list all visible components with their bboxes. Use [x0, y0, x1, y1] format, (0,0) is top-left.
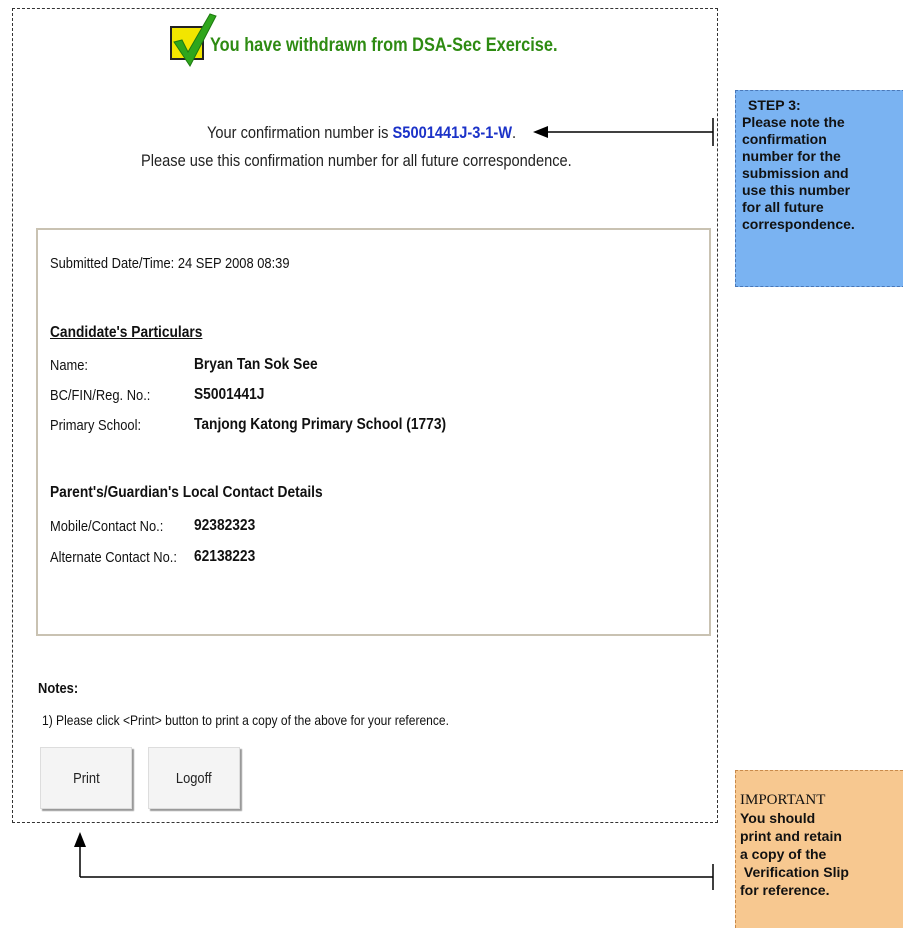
step-line: use this number	[742, 182, 851, 198]
print-button[interactable]: Print	[40, 747, 132, 809]
important-line: a copy of the	[740, 846, 827, 862]
name-label: Name:	[50, 357, 89, 374]
candidate-heading: Candidate's Particulars	[50, 324, 203, 341]
submitted-datetime: Submitted Date/Time: 24 SEP 2008 08:39	[50, 255, 290, 272]
alt-contact-label: Alternate Contact No.:	[50, 549, 177, 566]
alt-contact-value: 62138223	[194, 548, 256, 565]
important-line: for reference.	[740, 882, 830, 898]
contact-heading: Parent's/Guardian's Local Contact Detail…	[50, 484, 323, 501]
important-line: print and retain	[740, 828, 842, 844]
notes-title: Notes:	[38, 680, 79, 697]
print-arrow-head	[74, 832, 86, 847]
important-line: You should	[740, 810, 816, 826]
step-line: confirmation	[742, 131, 827, 147]
school-value: Tanjong Katong Primary School (1773)	[194, 416, 447, 433]
logoff-button-label: Logoff	[176, 769, 212, 787]
school-label: Primary School:	[50, 417, 142, 434]
step-line: submission and	[742, 165, 849, 181]
step-line: number for the	[742, 148, 841, 164]
id-value: S5001441J	[194, 386, 265, 403]
print-button-label: Print	[72, 769, 100, 787]
step-arrow-head	[533, 126, 548, 138]
step-title: STEP 3:	[748, 97, 801, 113]
note-1: 1) Please click <Print> button to print …	[42, 712, 449, 728]
step-line: Please note the	[742, 114, 845, 130]
important-line: Verification Slip	[740, 864, 849, 880]
mobile-value: 92382323	[194, 517, 256, 534]
step-3-callout: STEP 3: Please note the confirmation num…	[735, 90, 903, 287]
logoff-button[interactable]: Logoff	[148, 747, 240, 809]
id-label: BC/FIN/Reg. No.:	[50, 387, 151, 404]
step-line: for all future	[742, 199, 824, 215]
step-line: correspondence.	[742, 216, 855, 232]
important-callout: IMPORTANT You should print and retain a …	[735, 770, 903, 928]
mobile-label: Mobile/Contact No.:	[50, 518, 164, 535]
important-title: IMPORTANT	[740, 792, 826, 808]
name-value: Bryan Tan Sok See	[194, 356, 318, 373]
